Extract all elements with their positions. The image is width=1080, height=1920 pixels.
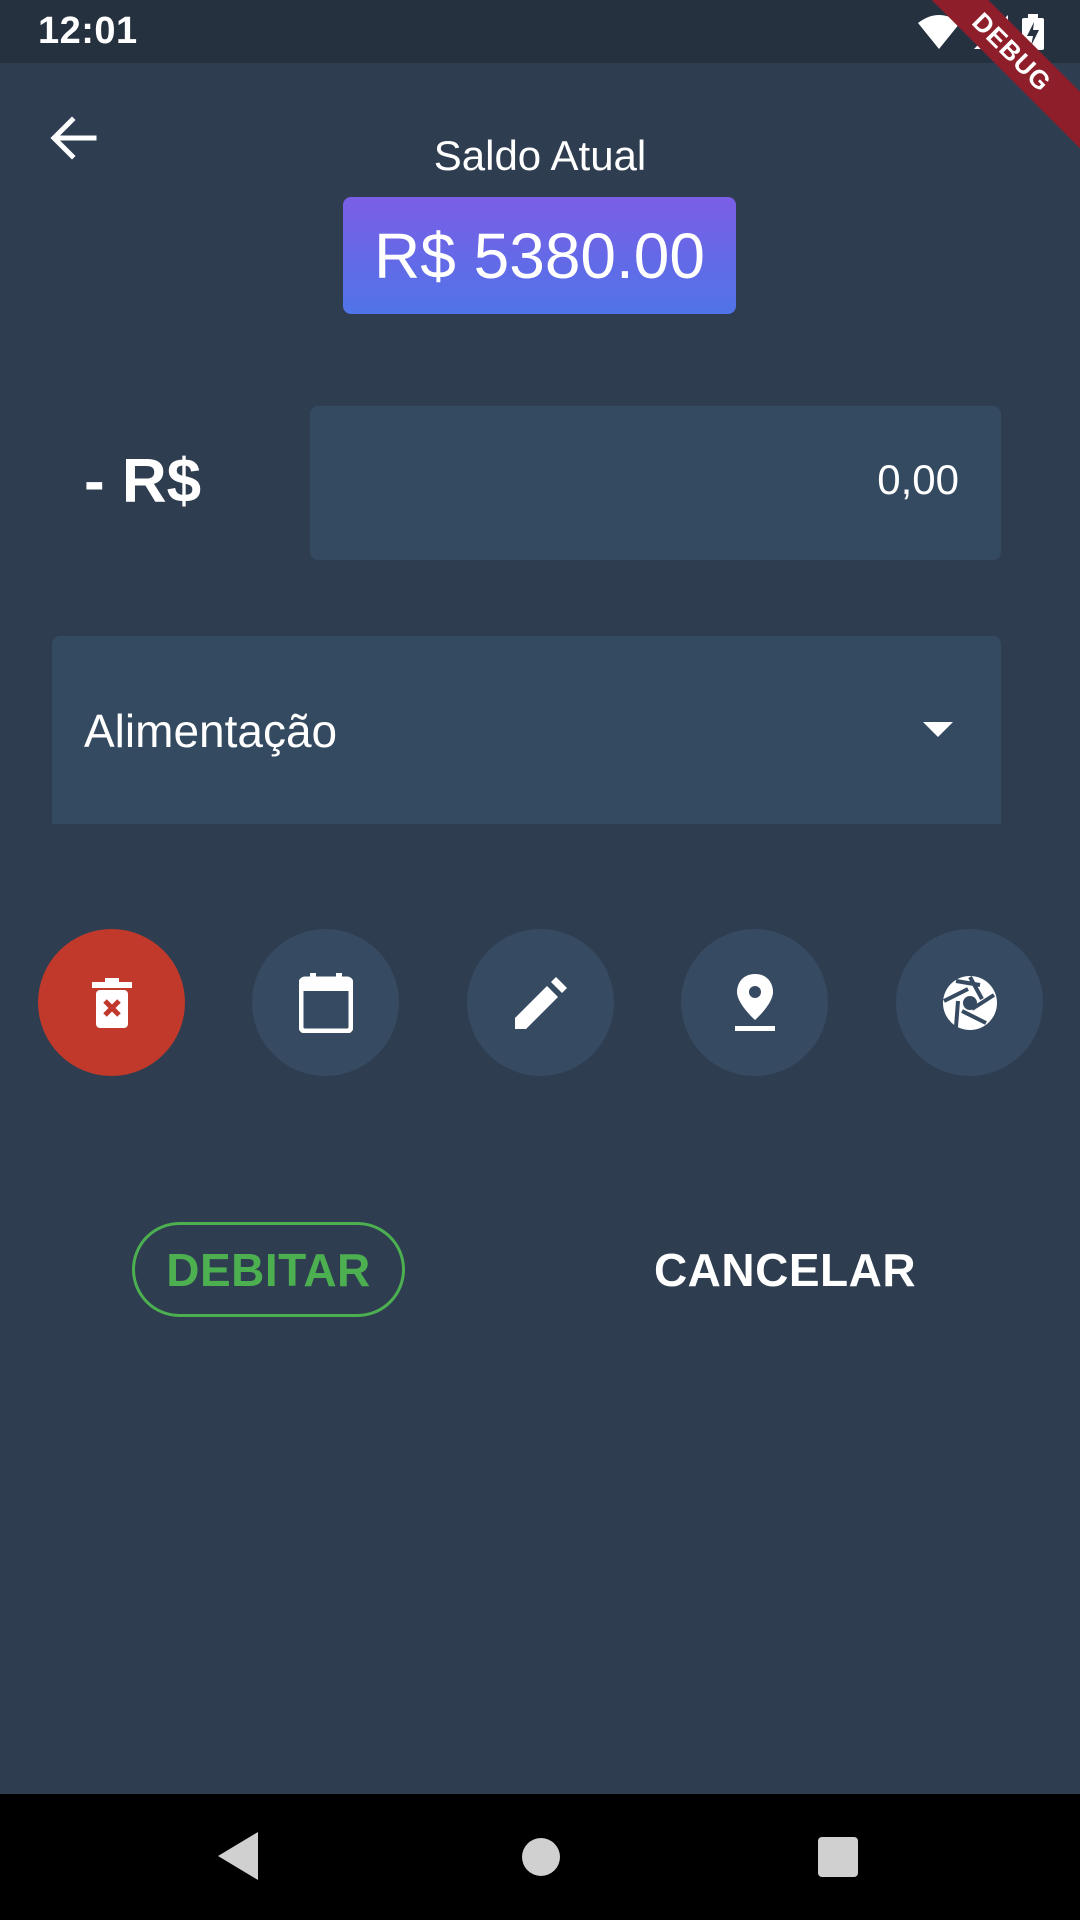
- nav-home-icon[interactable]: [522, 1838, 560, 1876]
- amount-value: 0,00: [877, 456, 959, 503]
- navigation-bar: [0, 1794, 1080, 1920]
- location-button[interactable]: [681, 929, 828, 1076]
- note-button[interactable]: [467, 929, 614, 1076]
- date-button[interactable]: [252, 929, 399, 1076]
- camera-button[interactable]: [896, 929, 1043, 1076]
- camera-shutter-icon: [942, 975, 997, 1030]
- delete-button[interactable]: [38, 929, 185, 1076]
- nav-back-icon[interactable]: [218, 1832, 258, 1880]
- amount-input[interactable]: 0,00: [310, 406, 1001, 560]
- dropdown-arrow-icon: [923, 722, 953, 737]
- currency-prefix: - R$: [84, 447, 202, 516]
- edit-pencil-icon: [514, 976, 567, 1029]
- category-dropdown[interactable]: Alimentação: [52, 636, 1001, 824]
- location-pin-icon: [734, 973, 775, 1031]
- balance-label: Saldo Atual: [433, 132, 647, 179]
- status-bar: 12:01: [0, 0, 1080, 63]
- nav-recents-icon[interactable]: [818, 1837, 858, 1877]
- balance-value: R$ 5380.00: [343, 197, 736, 314]
- cancel-button[interactable]: CANCELAR: [640, 1222, 930, 1317]
- calendar-icon: [298, 972, 353, 1033]
- status-time: 12:01: [38, 10, 138, 52]
- category-selected: Alimentação: [84, 705, 338, 757]
- debit-button[interactable]: DEBITAR: [132, 1222, 405, 1317]
- delete-forever-icon: [91, 977, 132, 1028]
